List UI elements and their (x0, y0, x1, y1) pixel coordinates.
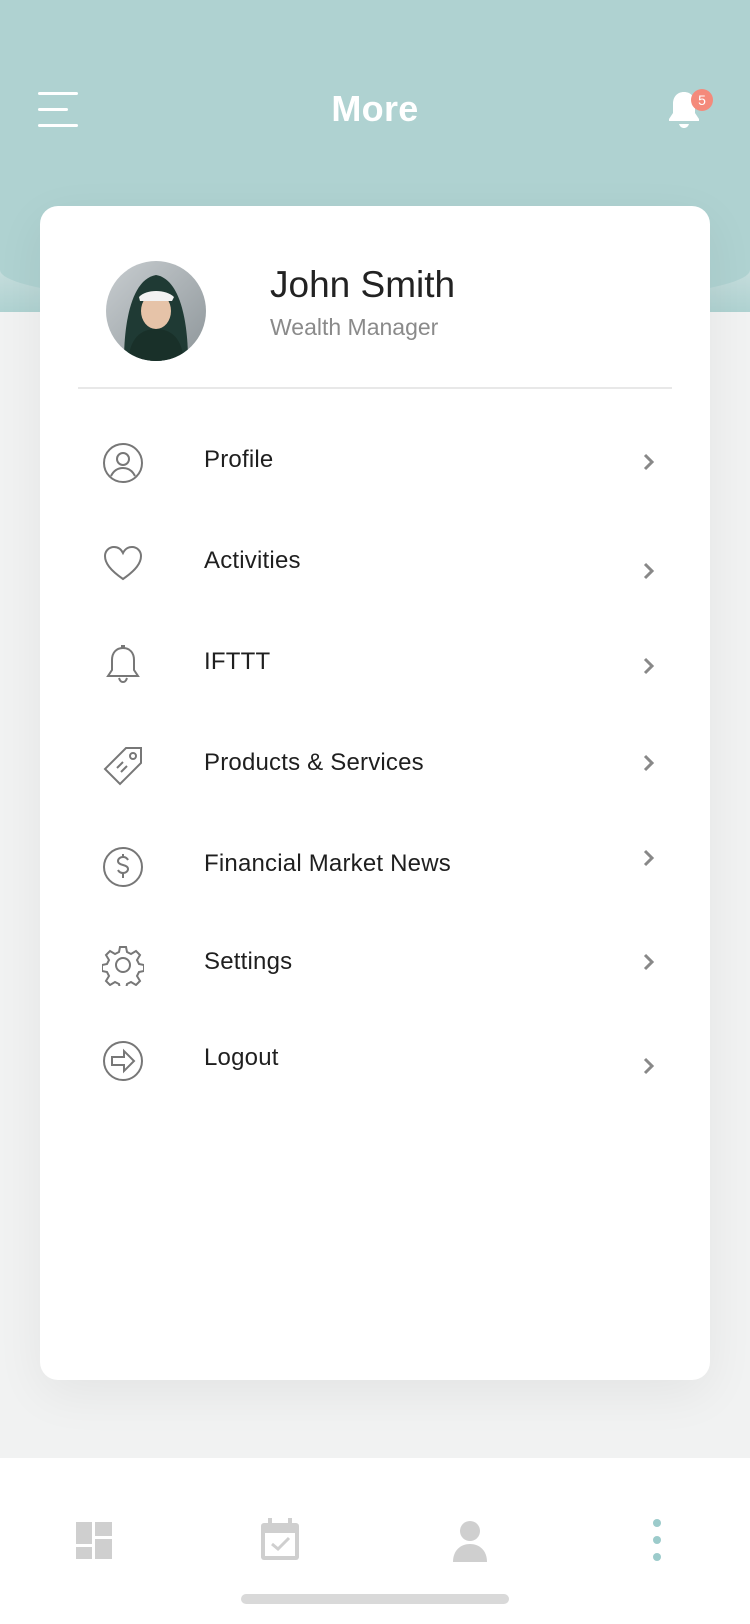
user-role: Wealth Manager (270, 314, 439, 340)
more-vertical-icon[interactable] (627, 1510, 687, 1570)
heart-icon (103, 545, 143, 581)
menu-item-products-services[interactable]: Products & Services (40, 725, 710, 805)
menu-item-label: Activities (204, 547, 301, 574)
menu-item-activities[interactable]: Activities (40, 523, 710, 603)
avatar[interactable] (106, 261, 206, 361)
user-circle-icon (103, 443, 143, 483)
chevron-right-icon (643, 849, 655, 867)
menu-item-financial-market-news[interactable]: Financial Market News (40, 826, 710, 906)
gear-icon (102, 946, 144, 986)
person-icon[interactable] (440, 1510, 500, 1570)
chevron-right-icon (643, 953, 655, 971)
dashboard-icon[interactable] (64, 1510, 124, 1570)
calendar-check-icon[interactable] (250, 1510, 310, 1570)
menu-item-label: Products & Services (204, 749, 424, 776)
tag-icon (103, 747, 142, 786)
menu-item-label: Financial Market News (204, 850, 451, 877)
menu-item-label: Logout (204, 1044, 279, 1071)
menu-item-profile[interactable]: Profile (40, 422, 710, 502)
user-name: John Smith (270, 264, 456, 305)
chevron-right-icon (643, 1057, 655, 1075)
menu-item-label: Profile (204, 446, 274, 473)
more-menu-card: John Smith Wealth Manager Profile Activi… (40, 206, 710, 1380)
menu-item-label: Settings (204, 948, 293, 975)
logout-arrow-icon (103, 1041, 143, 1081)
menu-item-ifttt[interactable]: IFTTT (40, 624, 710, 704)
page-title: More (331, 88, 419, 129)
chevron-right-icon (643, 453, 655, 471)
home-indicator (241, 1594, 509, 1604)
notification-badge: 5 (691, 89, 713, 111)
divider (78, 387, 672, 389)
dollar-circle-icon (103, 847, 143, 887)
menu-item-label: IFTTT (204, 648, 271, 675)
chevron-right-icon (643, 562, 655, 580)
menu-item-logout[interactable]: Logout (40, 1020, 710, 1100)
chevron-right-icon (643, 657, 655, 675)
chevron-right-icon (643, 754, 655, 772)
menu-item-settings[interactable]: Settings (40, 924, 710, 1004)
bell-icon (106, 645, 140, 684)
